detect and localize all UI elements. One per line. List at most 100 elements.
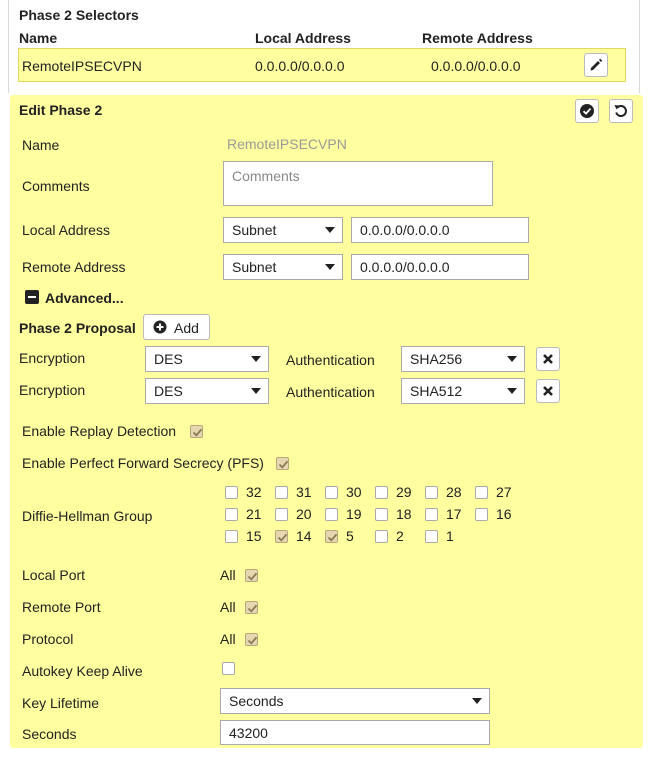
local-port-all-checkbox[interactable]: [245, 569, 258, 582]
revert-button[interactable]: [609, 99, 633, 123]
add-proposal-label: Add: [174, 320, 199, 336]
dh-group-27-checkbox[interactable]: [475, 486, 488, 499]
authentication-value: SHA256: [410, 351, 463, 367]
authentication-value: SHA512: [410, 383, 463, 399]
replay-detection-label: Enable Replay Detection: [22, 423, 177, 439]
proposal-label: Phase 2 Proposal: [19, 320, 136, 336]
replay-detection-checkbox[interactable]: [190, 425, 203, 438]
protocol-value: All: [220, 631, 236, 647]
remote-address-type-value: Subnet: [232, 259, 277, 275]
remote-address-type-select[interactable]: Subnet: [223, 254, 343, 280]
dh-group-18-checkbox[interactable]: [375, 508, 388, 521]
dh-group-2-checkbox[interactable]: [375, 530, 388, 543]
seconds-label: Seconds: [22, 726, 77, 742]
protocol-all-checkbox[interactable]: [245, 633, 258, 646]
col-remote-header: Remote Address: [422, 30, 533, 46]
edit-selector-button[interactable]: [584, 53, 608, 77]
selectors-title: Phase 2 Selectors: [19, 7, 139, 23]
remove-proposal-button[interactable]: [536, 347, 560, 371]
authentication-select[interactable]: SHA512: [401, 378, 525, 404]
local-address-type-value: Subnet: [232, 222, 277, 238]
remote-address-input[interactable]: 0.0.0.0/0.0.0.0: [351, 254, 529, 280]
dh-group-1-label: 1: [446, 528, 454, 544]
dh-group-17-checkbox[interactable]: [425, 508, 438, 521]
dh-group-5-checkbox[interactable]: [325, 530, 338, 543]
chevron-down-icon: [251, 388, 261, 394]
dh-group-27-label: 27: [496, 484, 512, 500]
checkmark-icon: [247, 636, 258, 645]
key-lifetime-value: Seconds: [229, 693, 284, 709]
dh-group-32-checkbox[interactable]: [225, 486, 238, 499]
collapse-icon[interactable]: [25, 290, 39, 304]
authentication-label: Authentication: [286, 352, 375, 368]
autokey-checkbox[interactable]: [222, 662, 235, 675]
encryption-label: Encryption: [19, 350, 86, 366]
encryption-select[interactable]: DES: [145, 346, 269, 372]
local-port-label: Local Port: [22, 567, 86, 583]
dh-group-15-label: 15: [246, 528, 262, 544]
dh-group-31-label: 31: [296, 484, 312, 500]
apply-button[interactable]: [575, 99, 599, 123]
name-value: RemoteIPSECVPN: [227, 136, 347, 152]
dh-group-19-checkbox[interactable]: [325, 508, 338, 521]
dh-group-19-label: 19: [346, 506, 362, 522]
local-address-input[interactable]: 0.0.0.0/0.0.0.0: [351, 217, 529, 243]
dh-group-30-label: 30: [346, 484, 362, 500]
checkmark-icon: [327, 533, 338, 542]
selector-name: RemoteIPSECVPN: [22, 58, 142, 74]
advanced-toggle[interactable]: Advanced...: [45, 290, 124, 306]
encryption-label: Encryption: [19, 382, 86, 398]
dh-group-32-label: 32: [246, 484, 262, 500]
dh-group-14-checkbox[interactable]: [275, 530, 288, 543]
dh-group-16-label: 16: [496, 506, 512, 522]
authentication-label: Authentication: [286, 384, 375, 400]
chevron-down-icon: [325, 227, 335, 233]
dh-group-29-checkbox[interactable]: [375, 486, 388, 499]
protocol-label: Protocol: [22, 631, 74, 647]
local-address-type-select[interactable]: Subnet: [223, 217, 343, 243]
dh-group-21-checkbox[interactable]: [225, 508, 238, 521]
dh-group-18-label: 18: [396, 506, 412, 522]
dh-group-20-label: 20: [296, 506, 312, 522]
dh-group-1-checkbox[interactable]: [425, 530, 438, 543]
pfs-label: Enable Perfect Forward Secrecy (PFS): [22, 455, 264, 471]
dh-group-2-label: 2: [396, 528, 404, 544]
name-label: Name: [22, 137, 60, 153]
encryption-select[interactable]: DES: [145, 378, 269, 404]
add-proposal-button[interactable]: Add: [143, 314, 210, 340]
pfs-checkbox[interactable]: [276, 457, 289, 470]
selector-row[interactable]: RemoteIPSECVPN 0.0.0.0/0.0.0.0 0.0.0.0/0…: [18, 48, 626, 82]
dh-group-28-checkbox[interactable]: [425, 486, 438, 499]
key-lifetime-select[interactable]: Seconds: [220, 688, 490, 714]
dh-group-31-checkbox[interactable]: [275, 486, 288, 499]
comments-label: Comments: [22, 178, 90, 194]
col-local-header: Local Address: [255, 30, 351, 46]
dh-group-30-checkbox[interactable]: [325, 486, 338, 499]
authentication-select[interactable]: SHA256: [401, 346, 525, 372]
selector-remote: 0.0.0.0/0.0.0.0: [431, 58, 521, 74]
close-icon: [543, 386, 553, 396]
chevron-down-icon: [472, 698, 482, 704]
remote-address-label: Remote Address: [22, 259, 126, 275]
dh-group-14-label: 14: [296, 528, 312, 544]
checkmark-icon: [247, 604, 258, 613]
seconds-input[interactable]: 43200: [220, 720, 490, 745]
remote-port-value: All: [220, 599, 236, 615]
edit-phase2-title: Edit Phase 2: [19, 102, 103, 118]
dh-group-20-checkbox[interactable]: [275, 508, 288, 521]
dh-group-15-checkbox[interactable]: [225, 530, 238, 543]
encryption-value: DES: [154, 383, 183, 399]
encryption-value: DES: [154, 351, 183, 367]
chevron-down-icon: [325, 264, 335, 270]
remote-port-label: Remote Port: [22, 599, 101, 615]
checkmark-icon: [192, 428, 203, 437]
remote-port-all-checkbox[interactable]: [245, 601, 258, 614]
chevron-down-icon: [251, 356, 261, 362]
comments-textarea[interactable]: Comments: [223, 161, 493, 206]
pencil-icon: [590, 58, 603, 71]
checkmark-icon: [247, 572, 258, 581]
key-lifetime-label: Key Lifetime: [22, 695, 100, 711]
dh-group-16-checkbox[interactable]: [475, 508, 488, 521]
remove-proposal-button[interactable]: [536, 379, 560, 403]
dh-group-5-label: 5: [346, 528, 354, 544]
